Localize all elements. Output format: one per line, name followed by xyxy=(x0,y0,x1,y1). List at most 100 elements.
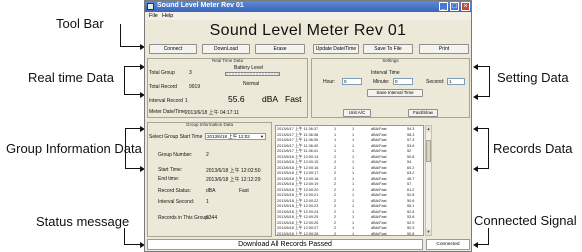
window-title: Sound Level Meter Rev 01 xyxy=(157,2,244,9)
group-information-title: Group Information Data xyxy=(185,122,234,127)
record-row[interactable]: 2013/6/18 上午 12:00:27 2 1 dBA/Fast 50.3 xyxy=(276,226,423,231)
second-label: Second: xyxy=(426,79,445,85)
callout-records-line-bottom xyxy=(478,168,489,169)
record-mode: dBA/Fast xyxy=(371,198,387,203)
minute-input[interactable]: 0 xyxy=(393,78,413,85)
record-mode: dBA/Fast xyxy=(371,193,387,197)
record-time: 2013/6/18 上午 12:00:22 xyxy=(277,198,319,203)
record-g: 2 xyxy=(334,231,337,236)
interval-record-value: 1 xyxy=(185,98,188,104)
record-mode: dBA/Fast xyxy=(371,215,387,219)
record-mode: dBA/Fast xyxy=(371,132,387,137)
record-row[interactable]: 2013/6/18 上午 12:00:28 2 1 dBA/Fast 50.8 xyxy=(276,231,423,236)
record-mode: dBA/Fast xyxy=(371,182,387,186)
maximize-button[interactable]: □ xyxy=(450,2,459,11)
record-n: 1 xyxy=(352,149,355,153)
records-list[interactable]: 2013/6/17 上午 11:36:37 1 1 dBA/Fast 54.3 2013/… xyxy=(275,125,424,236)
close-button[interactable]: × xyxy=(461,2,470,11)
menu-bar: File Help xyxy=(145,12,471,20)
record-row[interactable]: 2013/6/17 上午 11:36:37 1 1 dBA/Fast 54.3 xyxy=(276,127,423,132)
record-row[interactable]: 2013/6/18 上午 12:00:25 2 1 dBA/Fast 53.8 xyxy=(276,215,423,220)
record-time: 2013/6/18 上午 12:00:28 xyxy=(277,231,319,236)
update-datetime-button[interactable]: Update Date/Time xyxy=(313,44,359,54)
callout-records-arrow xyxy=(473,125,478,132)
record-row[interactable]: 2013/6/17 上午 11:36:40 1 1 dBA/Fast 53.6 xyxy=(276,144,423,149)
callout-group-information-data: Group Information Data xyxy=(6,141,142,156)
title-bar[interactable]: Sound Level Meter Rev 01 _ □ × xyxy=(145,1,471,12)
record-status-mode: Fast xyxy=(239,188,249,194)
callout-connected-arrow xyxy=(473,241,478,248)
callout-tool-bar-line-h xyxy=(120,46,142,47)
connected-signal: Connected xyxy=(426,239,470,250)
record-row[interactable]: 2013/6/18 上午 12:00:17 2 1 dBA/Fast 63.2 xyxy=(276,171,423,176)
record-n: 1 xyxy=(352,198,355,203)
scroll-up-icon[interactable]: ▲ xyxy=(426,126,431,132)
callout-setting-line-bottom xyxy=(478,96,490,97)
fast-slow-button[interactable]: Fast/Slow xyxy=(408,109,438,117)
hour-input[interactable]: 0 xyxy=(342,78,362,85)
print-button[interactable]: Print xyxy=(419,44,469,54)
record-g: 2 xyxy=(334,165,337,170)
status-message: Download All Records Passed xyxy=(147,239,423,250)
callout-records-data: Records Data xyxy=(493,141,573,156)
record-row[interactable]: 2013/6/18 上午 12:00:22 2 1 dBA/Fast 50.6 xyxy=(276,199,423,204)
record-n: 1 xyxy=(352,132,355,137)
scroll-thumb[interactable] xyxy=(426,140,431,162)
record-time: 2013/6/18 上午 12:00:27 xyxy=(277,226,319,230)
record-g: 1 xyxy=(334,132,337,137)
erase-button[interactable]: Erase xyxy=(255,44,305,54)
record-row[interactable]: 2013/6/18 上午 12:00:15 2 1 dBA/Fast 54 xyxy=(276,160,423,165)
save-to-file-button[interactable]: Save To File xyxy=(363,44,413,54)
battery-status: Normal xyxy=(243,81,260,87)
records-scrollbar[interactable]: ▲ ▼ xyxy=(425,125,432,236)
settings-panel: Settings xyxy=(311,58,470,118)
record-value: 53.8 xyxy=(407,215,415,219)
unit-ac-button[interactable]: Unit A/C xyxy=(343,109,371,117)
menu-file[interactable]: File xyxy=(149,13,158,19)
record-row[interactable]: 2013/6/18 上午 12:00:19 2 1 dBA/Fast 57 xyxy=(276,182,423,187)
record-row[interactable]: 2013/6/17 上午 11:36:38 1 1 dBA/Fast 58.3 xyxy=(276,133,423,138)
second-input[interactable]: 1 xyxy=(447,78,465,85)
save-interval-button[interactable]: Save Interval Time xyxy=(367,89,423,97)
callout-tool-bar: Tool Bar xyxy=(56,16,104,31)
record-row[interactable]: 2013/6/18 上午 12:00:18 2 1 dBA/Fast 48.7 xyxy=(276,177,423,182)
start-time-label: Start Time: xyxy=(158,167,183,173)
record-value: 54.3 xyxy=(407,127,415,131)
scroll-down-icon[interactable]: ▼ xyxy=(426,229,431,235)
menu-help[interactable]: Help xyxy=(162,13,173,19)
record-row[interactable]: 2013/6/17 上午 11:36:41 1 1 dBA/Fast 52 xyxy=(276,149,423,154)
callout-group-info-line xyxy=(125,128,126,168)
minimize-button[interactable]: _ xyxy=(439,2,448,11)
record-row[interactable]: 2013/6/18 上午 12:00:23 2 1 dBA/Fast 55.1 xyxy=(276,204,423,209)
connect-button[interactable]: Connect xyxy=(149,44,197,54)
app-icon xyxy=(147,3,154,10)
minute-label: Minute: xyxy=(373,79,390,85)
total-group-label: Total Group xyxy=(149,70,175,76)
record-g: 1 xyxy=(334,149,337,153)
record-row[interactable]: 2013/6/18 上午 12:00:14 2 1 dBA/Fast 50.8 xyxy=(276,155,423,160)
record-mode: dBA/Fast xyxy=(371,165,387,170)
callout-real-time-data: Real time Data xyxy=(28,70,114,85)
record-row[interactable]: 2013/6/18 上午 12:00:21 2 1 dBA/Fast 52.8 xyxy=(276,193,423,198)
callout-connected-line-h xyxy=(478,244,489,245)
record-n: 1 xyxy=(352,171,355,175)
record-row[interactable]: 2013/6/17 上午 11:36:39 1 1 dBA/Fast 57.3 xyxy=(276,138,423,143)
total-group-value: 3 xyxy=(189,70,192,76)
record-row[interactable]: 2013/6/18 上午 12:00:24 2 1 dBA/Fast 52.6 xyxy=(276,210,423,215)
record-g: 1 xyxy=(334,127,337,131)
record-time: 2013/6/17 上午 11:36:38 xyxy=(277,132,319,137)
record-row[interactable]: 2013/6/18 上午 12:00:16 2 1 dBA/Fast 60.2 xyxy=(276,166,423,171)
record-n: 1 xyxy=(352,204,355,208)
callout-records-line-top xyxy=(478,128,489,129)
record-value: 54 xyxy=(407,160,412,164)
download-button[interactable]: DownLoad xyxy=(202,44,250,54)
record-value: 60.2 xyxy=(407,165,415,170)
records-in-group-label: Records in This Group: xyxy=(158,215,210,221)
record-n: 1 xyxy=(352,187,355,192)
record-value: 50.8 xyxy=(407,154,415,159)
group-start-time-select[interactable]: 2013/6/18 上午 12:02 ▼ xyxy=(205,133,266,140)
record-row[interactable]: 2013/6/18 上午 12:00:20 2 1 dBA/Fast 61.2 xyxy=(276,188,423,193)
record-value: 53.6 xyxy=(407,143,415,148)
record-value: 55.1 xyxy=(407,204,415,208)
record-row[interactable]: 2013/6/18 上午 12:00:26 2 1 dBA/Fast 52.9 xyxy=(276,221,423,226)
